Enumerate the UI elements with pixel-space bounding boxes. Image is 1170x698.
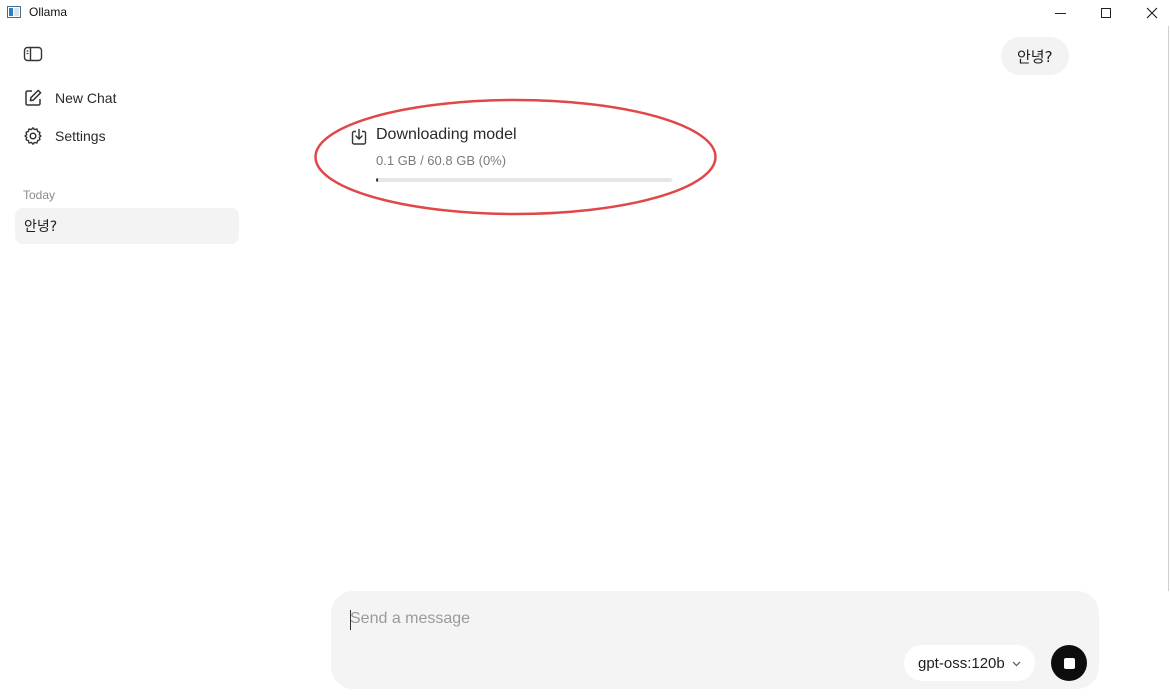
window-title: Ollama [29, 5, 68, 19]
minimize-icon [1054, 12, 1066, 14]
message-input[interactable] [350, 608, 910, 630]
close-button[interactable] [1129, 0, 1170, 26]
window-edge [1168, 26, 1169, 591]
download-icon [351, 128, 367, 145]
download-status: Downloading model 0.1 GB / 60.8 GB (0%) [350, 124, 680, 194]
download-title: Downloading model [376, 126, 517, 143]
message-composer: gpt-oss:120b [331, 591, 1099, 689]
new-chat-button[interactable]: New Chat [22, 86, 116, 110]
user-message-bubble: 안녕? [1001, 37, 1069, 75]
settings-label: Settings [55, 128, 106, 144]
title-bar: Ollama [0, 0, 1170, 26]
sidebar-toggle-icon [23, 46, 43, 62]
model-select[interactable]: gpt-oss:120b [904, 645, 1035, 681]
stop-icon [1063, 657, 1075, 669]
download-progress-fill [376, 178, 378, 182]
close-icon [1146, 7, 1158, 19]
maximize-icon [1101, 8, 1111, 18]
sidebar-toggle-button[interactable] [22, 44, 44, 64]
download-progress-text: 0.1 GB / 60.8 GB (0%) [376, 153, 507, 168]
ollama-app-icon [7, 6, 21, 18]
gear-icon [22, 125, 44, 147]
minimize-button[interactable] [1037, 0, 1083, 26]
text-caret [350, 610, 351, 630]
settings-button[interactable]: Settings [22, 124, 106, 148]
new-chat-label: New Chat [55, 90, 117, 106]
sidebar: New Chat Settings Today 안녕? [0, 26, 250, 698]
model-select-label: gpt-oss:120b [918, 654, 1005, 672]
stop-button[interactable] [1051, 645, 1087, 681]
chat-history-item[interactable]: 안녕? [15, 208, 239, 244]
chevron-down-icon [1012, 661, 1021, 666]
maximize-button[interactable] [1083, 0, 1129, 26]
history-section-label: Today [23, 188, 56, 202]
compose-icon [22, 87, 44, 109]
download-progress-bar [376, 178, 672, 182]
